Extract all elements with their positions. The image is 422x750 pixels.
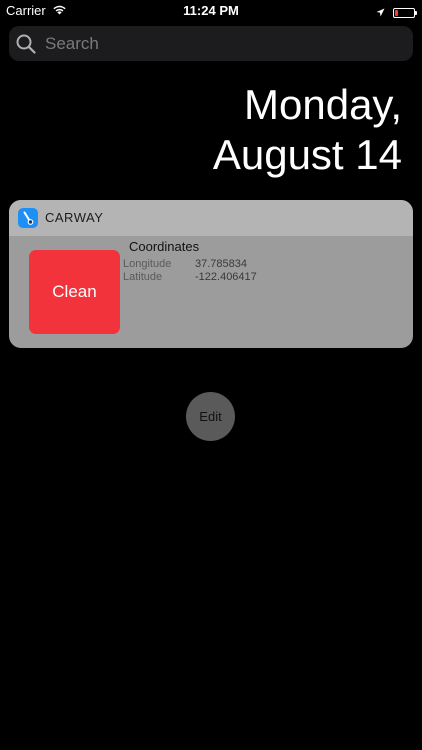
status-right	[376, 4, 417, 22]
edit-button[interactable]: Edit	[186, 392, 235, 441]
notification-center: Carrier 11:24 PM Search Monday, August 1…	[0, 0, 422, 750]
search-input[interactable]	[45, 33, 375, 54]
clean-button[interactable]: Clean	[29, 250, 120, 334]
search-icon	[16, 34, 36, 54]
longitude-value: 37.785834	[195, 258, 247, 270]
widget-header[interactable]: CARWAY	[9, 200, 413, 236]
latitude-label: Latitude	[123, 271, 163, 283]
latitude-value: -122.406417	[195, 271, 257, 283]
battery-tip	[415, 11, 417, 15]
date-month-day: August 14	[212, 131, 402, 178]
widget-app-name: CARWAY	[45, 210, 104, 225]
coordinates-title: Coordinates	[129, 239, 200, 254]
search-bar[interactable]	[9, 26, 413, 61]
longitude-label: Longitude	[123, 258, 172, 270]
carway-widget: CARWAY Clean Coordinates Longitude 37.78…	[9, 200, 413, 348]
status-bar: Carrier 11:24 PM	[0, 0, 422, 22]
location-arrow-icon	[376, 4, 385, 22]
carway-app-icon	[18, 208, 38, 228]
battery-icon	[393, 8, 417, 18]
date-weekday: Monday,	[244, 81, 402, 128]
status-time: 11:24 PM	[183, 3, 239, 18]
battery-level	[395, 10, 398, 16]
date-display: Monday, August 14	[213, 80, 402, 180]
